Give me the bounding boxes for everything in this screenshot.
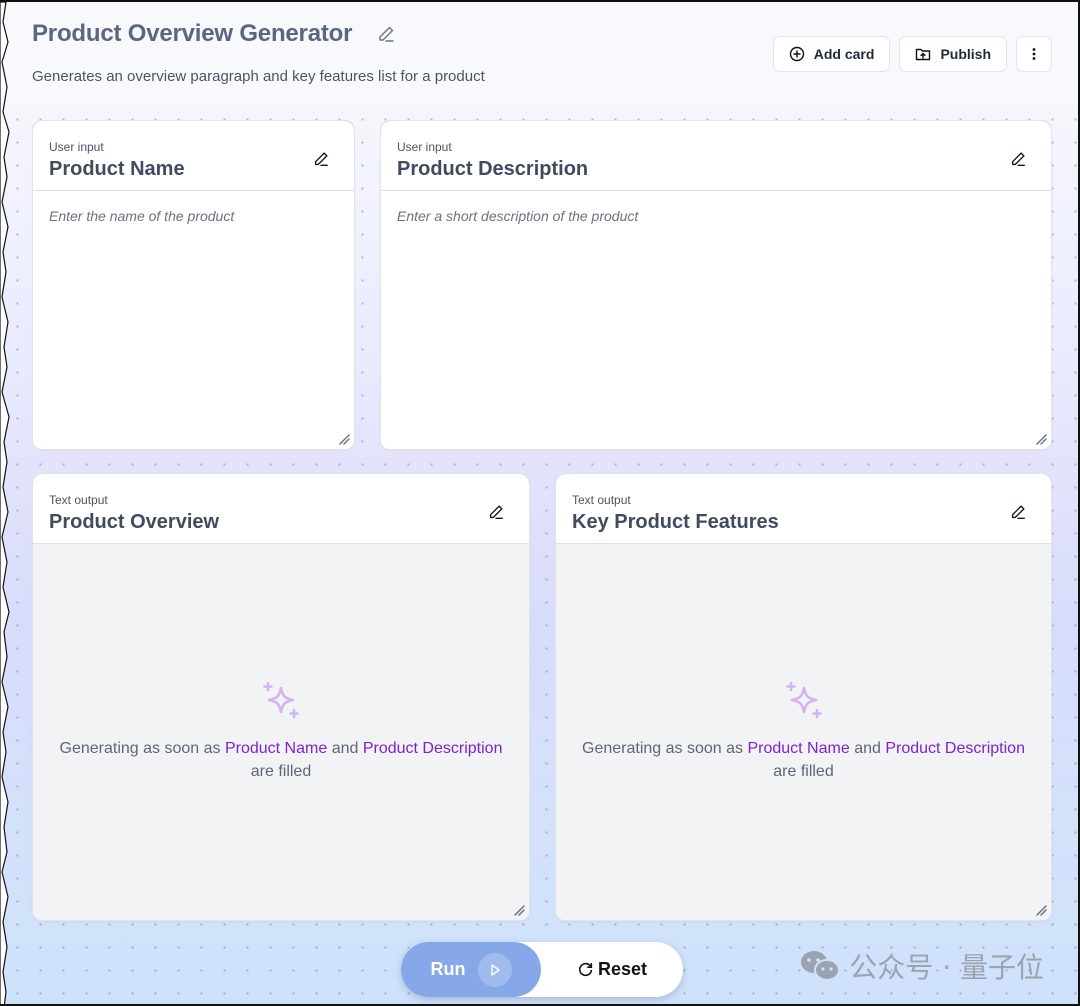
- card-type-label: Text output: [49, 493, 108, 507]
- app-title: Product Overview Generator: [32, 20, 353, 47]
- sparkle-icon: [263, 681, 299, 719]
- card-type-label: User input: [397, 140, 452, 154]
- pencil-icon[interactable]: [312, 150, 330, 168]
- card-key-product-features: Text output Key Product Features Generat…: [555, 473, 1052, 921]
- product-description-input[interactable]: [381, 191, 1051, 449]
- app-canvas: Product Overview Generator Generates an …: [0, 0, 1080, 1006]
- card-title: Key Product Features: [572, 511, 779, 533]
- ref-product-description: Product Description: [885, 740, 1025, 757]
- sparkle-icon: [785, 681, 822, 719]
- output-area: Generating as soon as Product Name and P…: [556, 544, 1051, 920]
- wechat-icon: [801, 951, 841, 981]
- ref-product-name: Product Name: [747, 740, 850, 757]
- add-card-button[interactable]: Add card: [772, 36, 891, 72]
- toolbar: Add card Publish: [772, 36, 1052, 72]
- status-suffix: are filled: [250, 763, 312, 780]
- plus-circle-icon: [789, 46, 804, 62]
- add-card-label: Add card: [813, 46, 875, 62]
- reset-label: Reset: [597, 959, 648, 979]
- status-suffix: are filled: [773, 763, 834, 780]
- pending-status: Generating as soon as Product Name and P…: [33, 679, 529, 783]
- folder-upload-icon: [916, 48, 931, 61]
- status-joiner: and: [331, 740, 359, 757]
- pencil-icon[interactable]: [487, 503, 505, 521]
- resize-handle-icon[interactable]: [1035, 904, 1047, 916]
- vertical-dots-icon: [1032, 48, 1036, 60]
- play-icon: [477, 952, 512, 987]
- card-title: Product Name: [49, 158, 185, 180]
- page-header: Product Overview Generator Generates an …: [0, 2, 1078, 105]
- card-type-label: Text output: [572, 493, 631, 507]
- watermark-text: 公众号 · 量子位: [849, 951, 1044, 984]
- run-label: Run: [430, 959, 466, 979]
- status-joiner: and: [854, 740, 881, 757]
- ref-product-description: Product Description: [362, 740, 503, 757]
- card-product-name: User input Product Name: [32, 120, 355, 450]
- card-type-label: User input: [49, 140, 104, 154]
- resize-handle-icon[interactable]: [338, 433, 350, 445]
- output-area: Generating as soon as Product Name and P…: [33, 544, 529, 920]
- status-prefix: Generating as soon as: [582, 740, 744, 757]
- product-name-input[interactable]: [33, 191, 354, 449]
- pencil-icon[interactable]: [1009, 150, 1027, 168]
- reset-button[interactable]: Reset: [541, 942, 683, 997]
- watermark: 公众号 · 量子位: [799, 946, 1044, 986]
- pencil-icon[interactable]: [1009, 503, 1027, 521]
- status-prefix: Generating as soon as: [59, 740, 221, 757]
- card-title: Product Description: [397, 158, 589, 180]
- pencil-icon[interactable]: [376, 24, 396, 44]
- refresh-icon: [578, 962, 593, 977]
- resize-handle-icon[interactable]: [513, 904, 525, 916]
- resize-handle-icon[interactable]: [1035, 433, 1047, 445]
- run-button[interactable]: Run: [401, 942, 541, 997]
- card-product-overview: Text output Product Overview Generating …: [32, 473, 530, 921]
- card-title: Product Overview: [49, 511, 220, 533]
- card-product-description: User input Product Description: [380, 120, 1052, 450]
- more-options-button[interactable]: [1016, 36, 1052, 72]
- torn-edge-decoration: [0, 2, 10, 1004]
- ref-product-name: Product Name: [224, 740, 328, 757]
- app-subtitle: Generates an overview paragraph and key …: [32, 68, 485, 85]
- publish-label: Publish: [940, 46, 991, 62]
- pending-status: Generating as soon as Product Name and P…: [556, 679, 1051, 783]
- run-controls: Run Reset: [401, 942, 683, 997]
- publish-button[interactable]: Publish: [899, 36, 1007, 72]
